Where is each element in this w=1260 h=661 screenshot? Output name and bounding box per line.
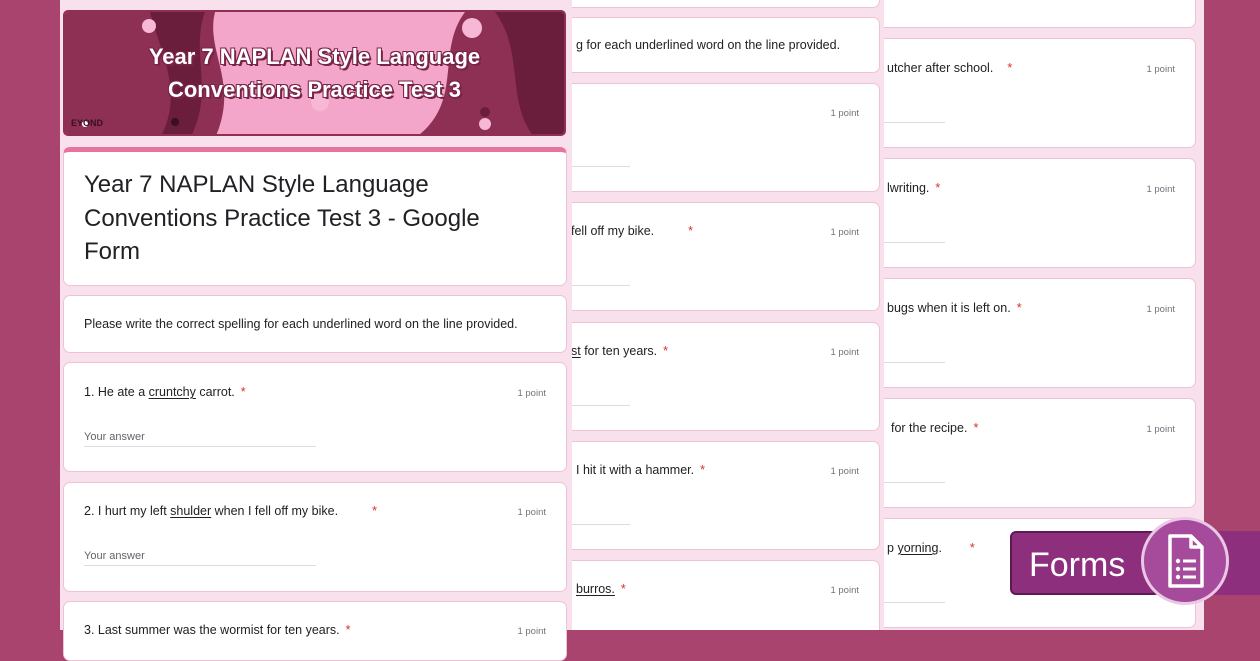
form-title: Year 7 NAPLAN Style Language Conventions… xyxy=(84,171,480,265)
required-asterisk: * xyxy=(372,504,377,518)
answer-underline xyxy=(884,602,945,603)
question-card-1: 1 point xyxy=(572,83,880,192)
question-5-text: burros. * xyxy=(576,582,626,596)
points-label: 1 point xyxy=(830,227,859,238)
question-card-3: st for ten years. * 1 point xyxy=(572,322,880,431)
question-card-4: for the recipe. * 1 point xyxy=(884,398,1196,508)
required-asterisk: * xyxy=(620,582,626,596)
underlined-word: cruntchy xyxy=(148,385,196,399)
points-label: 1 point xyxy=(830,347,859,358)
question-4-text: for the recipe. * xyxy=(891,421,979,435)
answer-underline xyxy=(84,446,316,447)
forms-badge-label: Forms xyxy=(1029,546,1126,584)
description-card: g for each underlined word on the line p… xyxy=(572,17,880,73)
answer-underline xyxy=(572,524,630,525)
answer-underline xyxy=(572,405,630,406)
question-card-2: lwriting. * 1 point xyxy=(884,158,1196,268)
points-label: 1 point xyxy=(1146,184,1175,195)
forms-badge: Forms xyxy=(1010,531,1158,595)
required-asterisk: * xyxy=(688,224,694,238)
form-description: g for each underlined word on the line p… xyxy=(576,38,841,52)
required-asterisk: * xyxy=(935,181,941,195)
required-asterisk: * xyxy=(969,541,975,555)
answer-underline xyxy=(572,166,630,167)
answer-underline xyxy=(884,242,945,243)
required-asterisk: * xyxy=(973,421,979,435)
google-forms-icon xyxy=(1141,517,1229,605)
required-asterisk: * xyxy=(240,385,246,399)
question-3-text: st for ten years. * xyxy=(572,344,669,358)
points-label: 1 point xyxy=(517,388,546,399)
question-5-text: p yorning. * xyxy=(887,541,975,555)
underlined-word: yorning xyxy=(897,541,939,555)
brand-logo: EYOND xyxy=(71,118,104,128)
question-2-text: fell off my bike. * xyxy=(572,224,694,238)
underlined-word: shulder xyxy=(170,504,212,518)
form-header-banner: Year 7 NAPLAN Style Language Conventions… xyxy=(63,10,566,136)
answer-underline xyxy=(884,122,945,123)
points-label: 1 point xyxy=(1146,424,1175,435)
points-label: 1 point xyxy=(517,626,546,637)
required-asterisk: * xyxy=(1016,301,1022,315)
question-3-text: 3. Last summer was the wormist for ten y… xyxy=(84,623,351,637)
points-label: 1 point xyxy=(1146,304,1175,315)
required-asterisk: * xyxy=(345,623,351,637)
points-label: 1 point xyxy=(830,108,859,119)
answer-underline xyxy=(84,565,316,566)
top-partial-card xyxy=(572,0,880,8)
question-card-2: 2. I hurt my left shulder when I fell of… xyxy=(63,482,567,592)
form-title-card: Year 7 NAPLAN Style Language Conventions… xyxy=(63,147,567,286)
question-2-text: lwriting. * xyxy=(887,181,941,195)
question-1-text: utcher after school. * xyxy=(887,61,1013,75)
question-card-5: burros. * 1 point xyxy=(572,560,880,630)
answer-underline xyxy=(884,482,945,483)
answer-input[interactable]: Your answer xyxy=(84,550,145,562)
question-card-3: bugs when it is left on. * 1 point xyxy=(884,278,1196,388)
question-2-text: 2. I hurt my left shulder when I fell of… xyxy=(84,504,377,518)
question-card-3: 3. Last summer was the wormist for ten y… xyxy=(63,601,567,661)
answer-underline xyxy=(572,285,630,286)
required-asterisk: * xyxy=(700,463,705,477)
top-partial-card xyxy=(884,0,1196,28)
underlined-word: burros. xyxy=(576,582,615,596)
form-page-2: g for each underlined word on the line p… xyxy=(572,0,884,630)
question-card-1: utcher after school. * 1 point xyxy=(884,38,1196,148)
question-card-4: I hit it with a hammer. * 1 point xyxy=(572,441,880,550)
question-card-1: 1. He ate a cruntchy carrot. * 1 point Yo… xyxy=(63,362,567,472)
answer-underline xyxy=(884,362,945,363)
question-1-text: 1. He ate a cruntchy carrot. * xyxy=(84,385,246,399)
banner-title: Year 7 NAPLAN Style Language Conventions… xyxy=(148,44,481,102)
question-4-text: I hit it with a hammer. * xyxy=(576,463,705,477)
description-card: Please write the correct spelling for ea… xyxy=(63,295,567,353)
answer-input[interactable]: Your answer xyxy=(84,431,145,443)
question-3-text: bugs when it is left on. * xyxy=(887,301,1022,315)
form-description: Please write the correct spelling for ea… xyxy=(84,317,518,331)
question-card-2: fell off my bike. * 1 point xyxy=(572,202,880,311)
underlined-word: st xyxy=(572,344,581,358)
points-label: 1 point xyxy=(830,466,859,477)
points-label: 1 point xyxy=(1146,64,1175,75)
points-label: 1 point xyxy=(830,585,859,596)
points-label: 1 point xyxy=(517,507,546,518)
required-asterisk: * xyxy=(663,344,669,358)
required-asterisk: * xyxy=(1007,61,1013,75)
